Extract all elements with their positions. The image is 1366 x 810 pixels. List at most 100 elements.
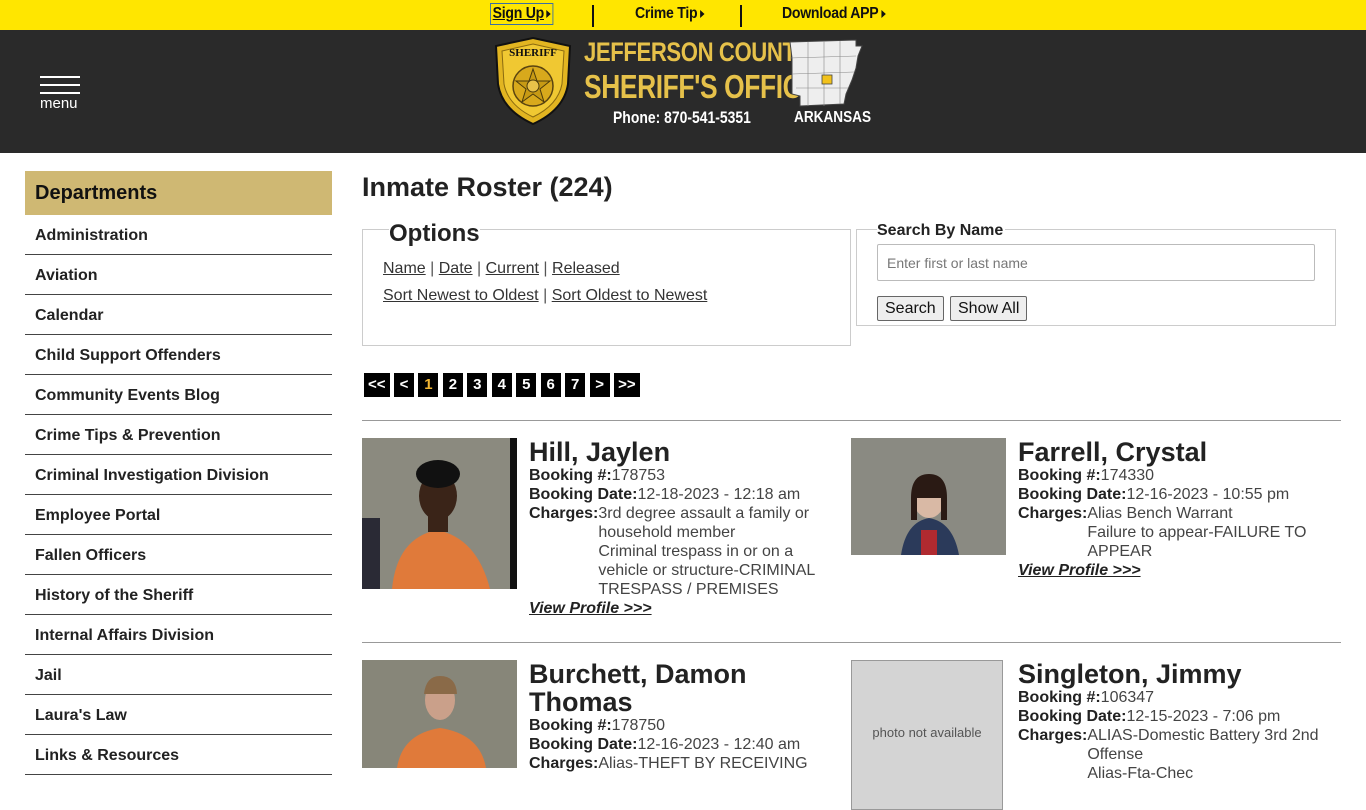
charges: Charges: ALIAS-Domestic Battery 3rd 2nd … xyxy=(1018,726,1332,783)
row-divider xyxy=(362,642,1341,643)
search-button[interactable]: Search xyxy=(877,296,944,321)
booking-date-value: 12-15-2023 - 7:06 pm xyxy=(1126,708,1281,725)
charges-label: Charges: xyxy=(1018,727,1088,744)
page-1-button[interactable]: 1 xyxy=(418,373,439,397)
booking-number: Booking #:178750 xyxy=(529,716,843,735)
charges-label: Charges: xyxy=(529,505,599,522)
sidebar-item-links-resources[interactable]: Links & Resources xyxy=(25,735,332,775)
page-5-button[interactable]: 5 xyxy=(516,373,537,397)
booking-date-label: Booking Date: xyxy=(529,736,638,753)
booking-date-value: 12-18-2023 - 12:18 am xyxy=(637,486,801,503)
download-app-link[interactable]: Download APP xyxy=(782,5,886,23)
charges: Charges: Alias Bench Warrant Failure to … xyxy=(1018,504,1332,561)
sort-newest-link[interactable]: Sort Newest to Oldest xyxy=(383,287,539,304)
view-profile-link[interactable]: View Profile >>> xyxy=(1018,561,1332,580)
booking-label: Booking #: xyxy=(529,717,612,734)
booking-date: Booking Date:12-16-2023 - 10:55 pm xyxy=(1018,485,1332,504)
charges: Charges: Alias-THEFT BY RECEIVING xyxy=(529,754,843,773)
inmate-info: Burchett, Damon Thomas Booking #:178750 … xyxy=(529,660,843,773)
departments-sidebar: Departments Administration Aviation Cale… xyxy=(25,171,332,775)
page-first-button[interactable]: << xyxy=(364,373,390,397)
sidebar-item-administration[interactable]: Administration xyxy=(25,215,332,255)
crime-tip-label: Crime Tip xyxy=(635,5,698,22)
inmate-info: Farrell, Crystal Booking #:174330 Bookin… xyxy=(1018,438,1332,580)
filter-name-link[interactable]: Name xyxy=(383,260,426,277)
booking-date-label: Booking Date: xyxy=(529,486,638,503)
filter-current-link[interactable]: Current xyxy=(486,260,539,277)
sidebar-item-fallen-officers[interactable]: Fallen Officers xyxy=(25,535,332,575)
sidebar-item-jail[interactable]: Jail xyxy=(25,655,332,695)
show-all-button[interactable]: Show All xyxy=(950,296,1028,321)
booking-label: Booking #: xyxy=(1018,689,1101,706)
filter-date-link[interactable]: Date xyxy=(439,260,473,277)
page-2-button[interactable]: 2 xyxy=(442,373,463,397)
sidebar-item-criminal-investigation[interactable]: Criminal Investigation Division xyxy=(25,455,332,495)
page-7-button[interactable]: 7 xyxy=(565,373,586,397)
inmate-photo[interactable] xyxy=(362,660,517,768)
arkansas-map-icon xyxy=(789,39,863,107)
booking-number: Booking #:106347 xyxy=(1018,688,1332,707)
divider xyxy=(740,5,742,27)
page-6-button[interactable]: 6 xyxy=(540,373,561,397)
photo-not-available-text: photo not available xyxy=(872,725,982,740)
sidebar-item-employee-portal[interactable]: Employee Portal xyxy=(25,495,332,535)
booking-label: Booking #: xyxy=(1018,467,1101,484)
sidebar-item-lauras-law[interactable]: Laura's Law xyxy=(25,695,332,735)
row-divider xyxy=(362,420,1341,421)
download-app-label: Download APP xyxy=(782,5,879,22)
inmate-card: Burchett, Damon Thomas Booking #:178750 … xyxy=(362,660,842,772)
page-3-button[interactable]: 3 xyxy=(467,373,488,397)
sidebar-item-history[interactable]: History of the Sheriff xyxy=(25,575,332,615)
link-separator: | xyxy=(430,260,435,277)
options-panel: Options Name | Date | Current | Released… xyxy=(362,220,851,346)
brand-county: JEFFERSON COUNTY xyxy=(584,37,810,67)
divider xyxy=(592,5,594,27)
inmate-photo[interactable] xyxy=(851,438,1006,555)
view-profile-link[interactable]: View Profile >>> xyxy=(529,599,843,618)
booking-date-value: 12-16-2023 - 12:40 am xyxy=(637,736,801,753)
search-name-input[interactable] xyxy=(877,244,1315,281)
link-separator: | xyxy=(543,260,548,277)
charges-list: 3rd degree assault a family or household… xyxy=(598,504,843,599)
charges-list: Alias Bench Warrant Failure to appear-FA… xyxy=(1087,504,1332,561)
hamburger-icon xyxy=(40,76,80,78)
sort-oldest-link[interactable]: Sort Oldest to Newest xyxy=(552,287,708,304)
booking-value: 178753 xyxy=(611,467,666,484)
sidebar-item-internal-affairs[interactable]: Internal Affairs Division xyxy=(25,615,332,655)
signup-link[interactable]: Sign Up xyxy=(490,3,554,25)
inmate-name: Singleton, Jimmy xyxy=(1018,659,1242,689)
page-title: Inmate Roster (224) xyxy=(362,172,613,202)
inmate-card: photo not available Singleton, Jimmy Boo… xyxy=(851,659,1332,810)
sidebar-item-calendar[interactable]: Calendar xyxy=(25,295,332,335)
charge-item: Alias Bench Warrant xyxy=(1087,505,1233,522)
booking-date-label: Booking Date: xyxy=(1018,486,1127,503)
sidebar-item-community-events-blog[interactable]: Community Events Blog xyxy=(25,375,332,415)
page-4-button[interactable]: 4 xyxy=(491,373,512,397)
inmate-name: Burchett, Damon Thomas xyxy=(529,659,747,717)
state-label: ARKANSAS xyxy=(794,109,872,126)
page-next-button[interactable]: > xyxy=(589,373,610,397)
charges-label: Charges: xyxy=(1018,505,1088,522)
options-legend: Options xyxy=(389,220,480,248)
search-legend: Search By Name xyxy=(877,222,1006,240)
sidebar-item-aviation[interactable]: Aviation xyxy=(25,255,332,295)
crime-tip-link[interactable]: Crime Tip xyxy=(635,5,705,23)
pagination: << < 1 2 3 4 5 6 7 > >> xyxy=(364,373,640,397)
sheriff-badge-logo[interactable]: SHERIFF xyxy=(494,36,572,126)
inmate-photo[interactable] xyxy=(362,438,517,589)
inmate-info: Hill, Jaylen Booking #:178753 Booking Da… xyxy=(529,438,843,618)
photo-placeholder[interactable]: photo not available xyxy=(851,660,1003,810)
page-last-button[interactable]: >> xyxy=(614,373,640,397)
booking-number: Booking #:174330 xyxy=(1018,466,1332,485)
link-separator: | xyxy=(543,287,548,304)
booking-date-label: Booking Date: xyxy=(1018,708,1127,725)
charges-list: Alias-THEFT BY RECEIVING xyxy=(598,754,807,773)
sidebar-item-crime-tips[interactable]: Crime Tips & Prevention xyxy=(25,415,332,455)
inmate-card: Farrell, Crystal Booking #:174330 Bookin… xyxy=(851,438,1331,598)
filter-released-link[interactable]: Released xyxy=(552,260,620,277)
booking-value: 106347 xyxy=(1100,689,1155,706)
charge-item: Alias-Fta-Chec xyxy=(1087,765,1194,782)
sidebar-item-child-support-offenders[interactable]: Child Support Offenders xyxy=(25,335,332,375)
page-prev-button[interactable]: < xyxy=(393,373,414,397)
menu-button[interactable]: menu xyxy=(38,74,82,114)
